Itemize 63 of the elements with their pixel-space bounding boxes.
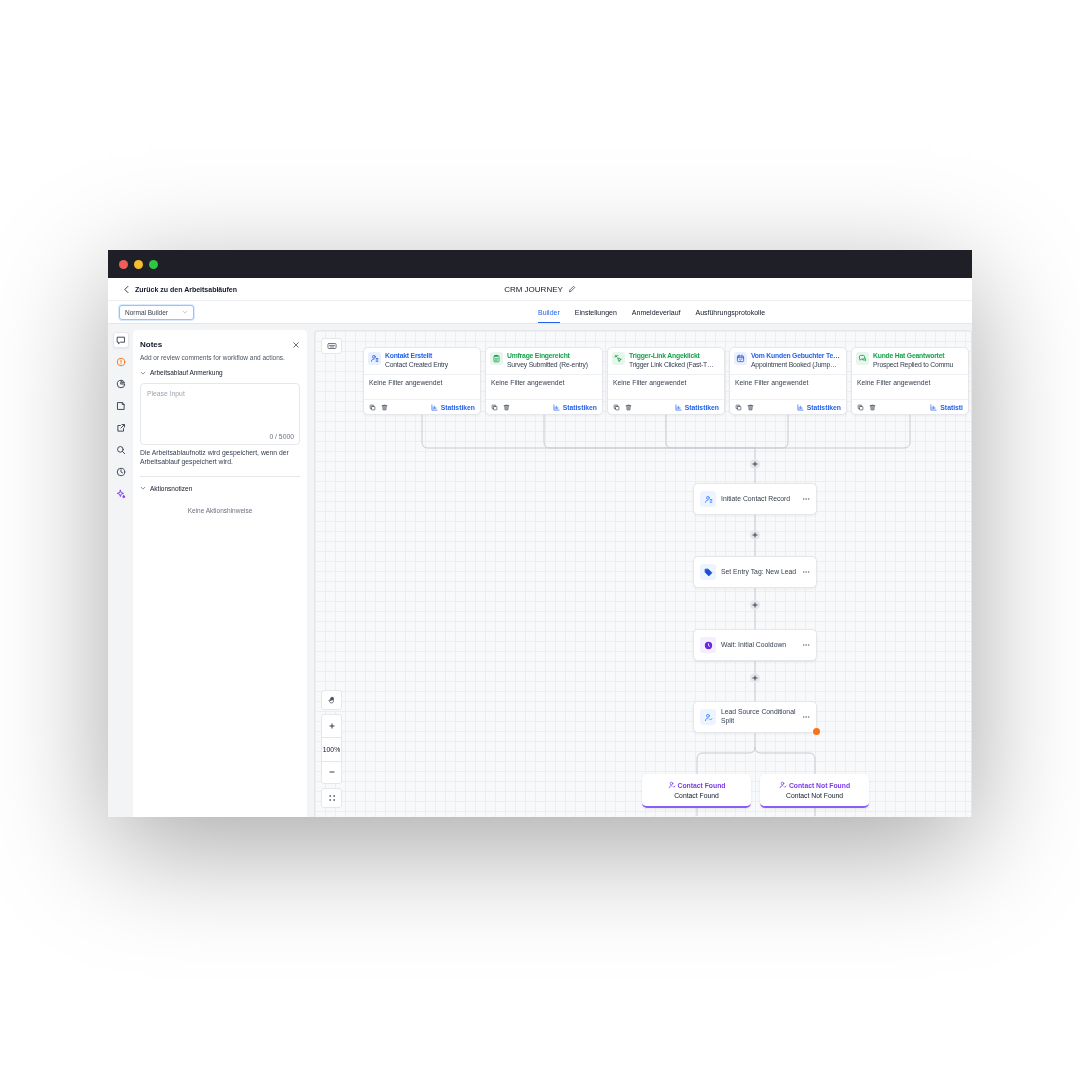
plus-icon	[752, 675, 758, 681]
hand-icon	[327, 696, 336, 704]
add-step-button[interactable]	[750, 600, 760, 610]
clipboard-icon	[492, 354, 501, 363]
plus-icon	[752, 532, 758, 538]
trash-icon	[625, 403, 632, 411]
calendar-icon	[736, 354, 745, 363]
more-icon	[802, 641, 810, 649]
person-icon	[778, 781, 787, 789]
copy-icon	[857, 403, 864, 411]
grid-dots-icon	[327, 794, 336, 802]
chevron-left-icon	[122, 284, 131, 294]
minimize-window-button[interactable]	[134, 259, 143, 269]
plus-icon	[328, 722, 335, 729]
chat-bubble-icon	[858, 354, 867, 363]
keyboard-shortcuts-button[interactable]	[321, 338, 342, 354]
maximize-window-button[interactable]	[149, 259, 158, 269]
trash-icon	[747, 403, 754, 411]
panel-title: Notes	[140, 340, 163, 349]
more-icon	[802, 495, 810, 503]
trash-icon	[869, 403, 876, 411]
bar-chart-icon	[796, 403, 804, 411]
add-step-button[interactable]	[750, 530, 760, 540]
minus-icon	[328, 769, 335, 776]
trash-icon	[503, 403, 510, 411]
bar-chart-icon	[674, 403, 682, 411]
external-link-icon	[115, 423, 126, 433]
pan-tool-button[interactable]	[321, 690, 342, 710]
close-window-button[interactable]	[119, 259, 128, 269]
copy-icon	[735, 403, 742, 411]
note-icon	[115, 401, 126, 411]
trash-icon	[381, 403, 388, 411]
chevron-down-icon	[182, 309, 188, 315]
bar-chart-icon	[430, 403, 438, 411]
keyboard-icon	[326, 341, 337, 351]
clock-icon	[115, 467, 126, 477]
plus-icon	[752, 602, 758, 608]
more-icon	[802, 713, 810, 721]
sidebar-tool-button[interactable]	[112, 332, 129, 348]
add-step-button[interactable]	[750, 459, 760, 469]
person-icon	[703, 712, 713, 722]
alert-circle-icon	[115, 357, 126, 367]
copy-icon	[613, 403, 620, 411]
clock-icon	[703, 640, 713, 650]
tag-icon	[703, 567, 713, 577]
pie-chart-icon	[115, 379, 126, 389]
more-icon	[802, 568, 810, 576]
add-step-button[interactable]	[750, 673, 760, 683]
bar-chart-icon	[930, 403, 938, 411]
person-icon	[703, 494, 713, 504]
close-icon	[292, 340, 300, 349]
search-icon	[115, 445, 126, 455]
person-icon	[370, 354, 379, 363]
sparkle-icon	[115, 489, 126, 499]
person-icon	[667, 781, 676, 789]
chat-bubble-icon	[115, 335, 126, 345]
copy-icon	[491, 403, 498, 411]
cursor-icon	[614, 354, 623, 363]
bar-chart-icon	[552, 403, 560, 411]
pencil-icon	[567, 285, 576, 293]
plus-icon	[752, 461, 758, 467]
workflow-title: CRM JOURNEY	[504, 284, 563, 294]
copy-icon	[369, 403, 376, 411]
